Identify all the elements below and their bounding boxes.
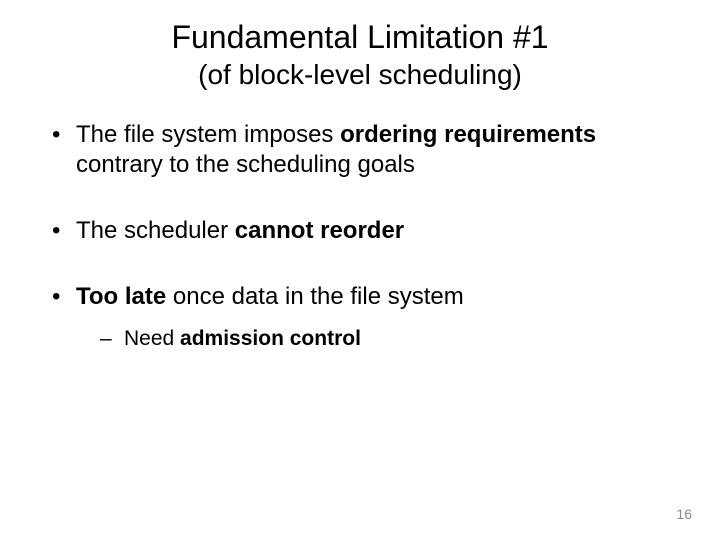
text: Need xyxy=(124,327,180,350)
sub-bullet-item: Need admission control xyxy=(100,326,680,352)
text: once data in the file system xyxy=(166,283,464,310)
text-bold: ordering requirements xyxy=(340,121,596,148)
text: The scheduler xyxy=(76,217,235,244)
text-bold: cannot reorder xyxy=(235,217,404,244)
bullet-item-3: Too late once data in the file system Ne… xyxy=(48,282,680,352)
text-bold: admission control xyxy=(180,327,361,350)
text-bold: Too late xyxy=(76,283,166,310)
sub-bullet-list: Need admission control xyxy=(100,326,680,352)
text: contrary to the scheduling goals xyxy=(76,151,415,178)
slide-subtitle: (of block-level scheduling) xyxy=(40,58,680,92)
bullet-list: The file system imposes ordering require… xyxy=(48,120,680,352)
bullet-item-1: The file system imposes ordering require… xyxy=(48,120,680,180)
slide-title: Fundamental Limitation #1 xyxy=(40,18,680,56)
text: The file system imposes xyxy=(76,121,340,148)
page-number: 16 xyxy=(676,506,692,522)
bullet-item-2: The scheduler cannot reorder xyxy=(48,216,680,246)
slide: Fundamental Limitation #1 (of block-leve… xyxy=(0,0,720,540)
